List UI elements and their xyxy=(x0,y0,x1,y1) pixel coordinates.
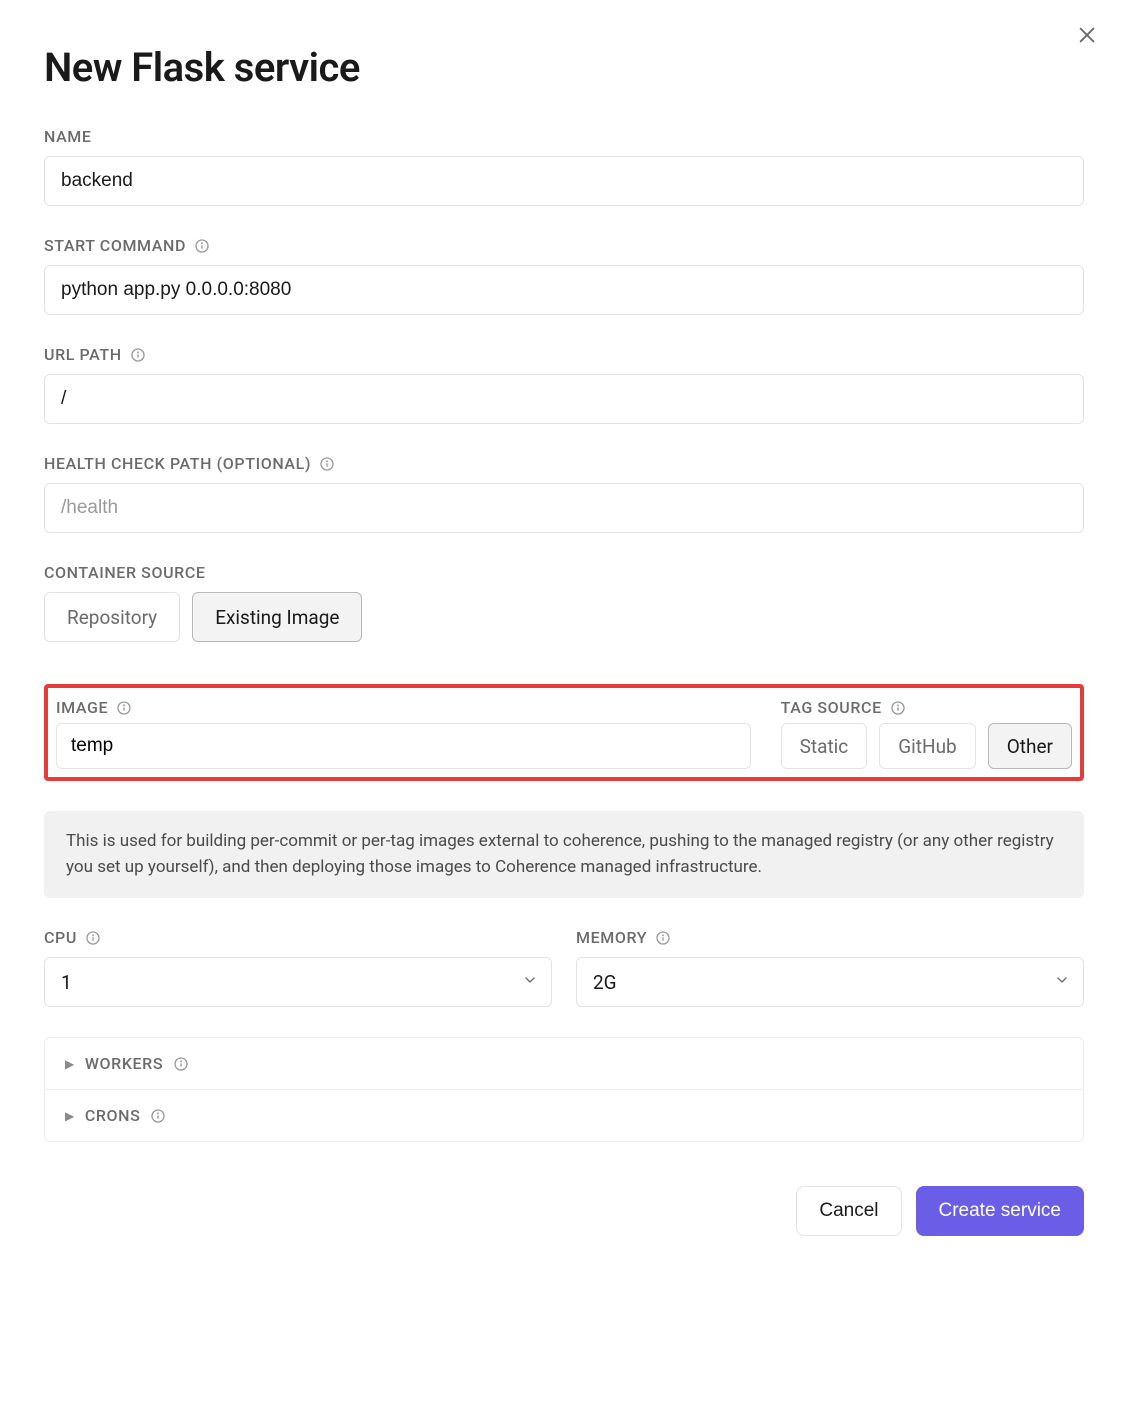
accordion-crons[interactable]: ▶ CRONS xyxy=(45,1089,1083,1141)
tag-source-static[interactable]: Static xyxy=(781,723,868,769)
info-icon[interactable] xyxy=(655,930,671,946)
info-icon[interactable] xyxy=(130,347,146,363)
image-tag-highlight: IMAGE TAG SOURCE Static GitHub Other xyxy=(44,684,1084,781)
info-banner: This is used for building per-commit or … xyxy=(44,811,1084,898)
cpu-memory-row: CPU 1 MEMORY 2G xyxy=(44,928,1084,1007)
close-button[interactable] xyxy=(1076,24,1098,46)
footer-actions: Cancel Create service xyxy=(44,1186,1084,1236)
info-icon[interactable] xyxy=(150,1108,166,1124)
field-name: NAME xyxy=(44,127,1084,206)
container-source-repository[interactable]: Repository xyxy=(44,592,180,642)
container-source-existing-image[interactable]: Existing Image xyxy=(192,592,362,642)
tag-source-other[interactable]: Other xyxy=(988,723,1072,769)
image-input[interactable] xyxy=(56,723,751,769)
start-command-input[interactable] xyxy=(44,265,1084,315)
cpu-select[interactable]: 1 xyxy=(44,957,552,1007)
field-health-check: HEALTH CHECK PATH (OPTIONAL) xyxy=(44,454,1084,533)
triangle-right-icon: ▶ xyxy=(65,1057,75,1071)
start-command-label: START COMMAND xyxy=(44,236,1084,255)
accordion-workers[interactable]: ▶ WORKERS xyxy=(45,1038,1083,1089)
cancel-button[interactable]: Cancel xyxy=(796,1186,901,1236)
tag-source-label: TAG SOURCE xyxy=(781,698,1072,717)
field-tag-source: TAG SOURCE Static GitHub Other xyxy=(781,698,1072,769)
info-icon[interactable] xyxy=(85,930,101,946)
page-title: New Flask service xyxy=(44,44,1084,91)
info-icon[interactable] xyxy=(116,700,132,716)
field-url-path: URL PATH xyxy=(44,345,1084,424)
url-path-input[interactable] xyxy=(44,374,1084,424)
accordion: ▶ WORKERS ▶ CRONS xyxy=(44,1037,1084,1142)
field-image: IMAGE xyxy=(56,698,751,769)
tag-source-group: Static GitHub Other xyxy=(781,723,1072,769)
name-label: NAME xyxy=(44,127,1084,146)
create-service-button[interactable]: Create service xyxy=(916,1186,1085,1236)
field-container-source: CONTAINER SOURCE Repository Existing Ima… xyxy=(44,563,1084,642)
info-icon[interactable] xyxy=(319,456,335,472)
field-cpu: CPU 1 xyxy=(44,928,552,1007)
memory-select[interactable]: 2G xyxy=(576,957,1084,1007)
health-check-label: HEALTH CHECK PATH (OPTIONAL) xyxy=(44,454,1084,473)
close-icon xyxy=(1076,24,1098,46)
info-icon[interactable] xyxy=(890,700,906,716)
field-memory: MEMORY 2G xyxy=(576,928,1084,1007)
tag-source-github[interactable]: GitHub xyxy=(879,723,975,769)
info-icon[interactable] xyxy=(194,238,210,254)
field-start-command: START COMMAND xyxy=(44,236,1084,315)
cpu-label: CPU xyxy=(44,928,552,947)
name-input[interactable] xyxy=(44,156,1084,206)
info-icon[interactable] xyxy=(173,1056,189,1072)
memory-label: MEMORY xyxy=(576,928,1084,947)
image-label: IMAGE xyxy=(56,698,751,717)
container-source-group: Repository Existing Image xyxy=(44,592,1084,642)
url-path-label: URL PATH xyxy=(44,345,1084,364)
triangle-right-icon: ▶ xyxy=(65,1109,75,1123)
container-source-label: CONTAINER SOURCE xyxy=(44,563,1084,582)
health-check-input[interactable] xyxy=(44,483,1084,533)
